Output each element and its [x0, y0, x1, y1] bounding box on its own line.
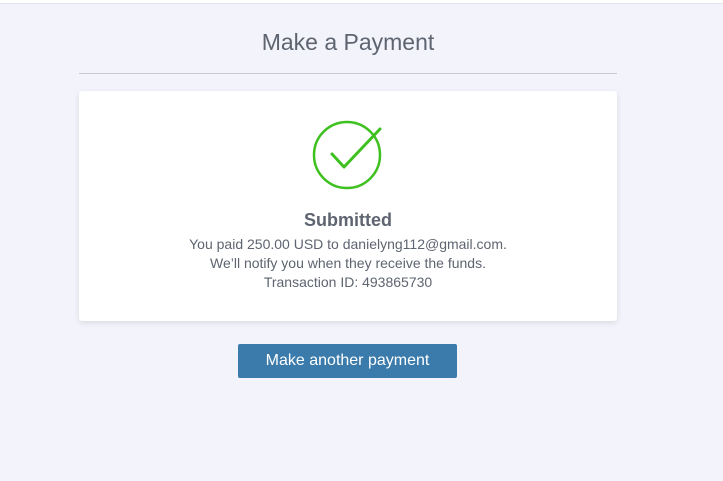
make-another-payment-button[interactable]: Make another payment [238, 344, 457, 378]
transaction-id: Transaction ID: 493865730 [263, 274, 433, 290]
notification-message: We’ll notify you when they receive the f… [209, 255, 486, 271]
confirmation-card: Submitted You paid 250.00 USD to daniely… [79, 91, 617, 321]
title-divider [79, 73, 617, 74]
payment-summary: You paid 250.00 USD to danielyng112@gmai… [189, 236, 507, 252]
check-circle-icon [312, 120, 382, 190]
page-title: Make a Payment [261, 29, 435, 55]
status-title: Submitted [304, 210, 392, 230]
top-border [0, 0, 723, 4]
